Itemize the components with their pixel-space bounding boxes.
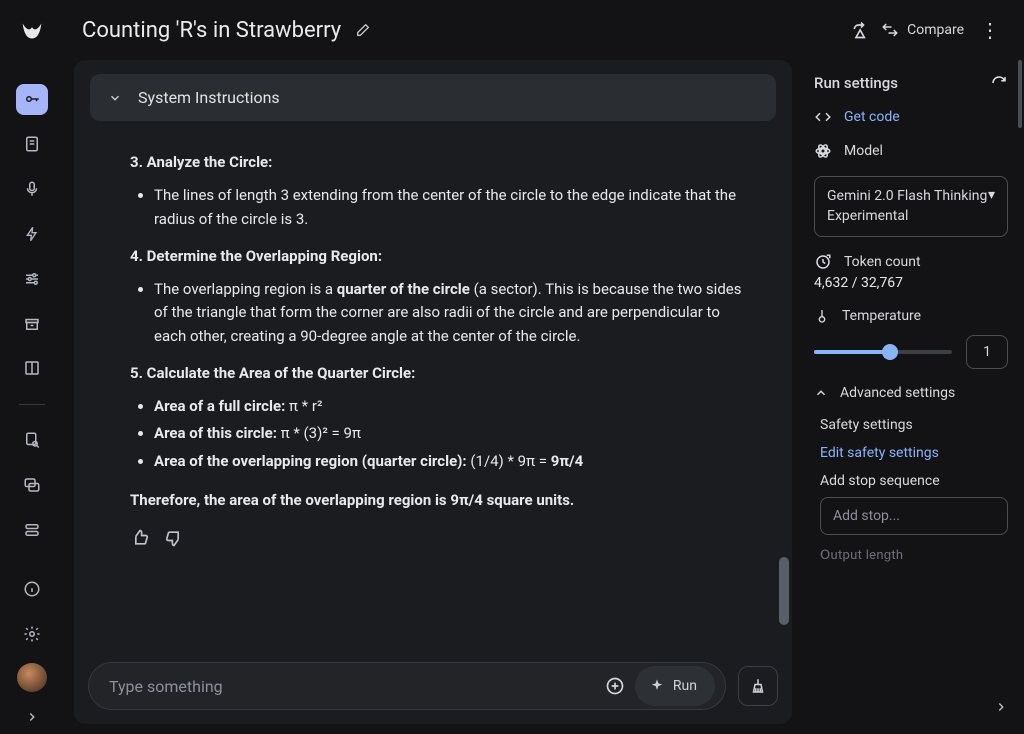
run-settings-title: Run settings: [814, 74, 898, 92]
advanced-settings-label: Advanced settings: [840, 385, 955, 401]
compare-label: Compare: [907, 22, 964, 38]
sidebar-stack-icon[interactable]: [16, 515, 48, 546]
settings-scrollbar[interactable]: [1018, 60, 1022, 128]
run-settings-panel: Run settings Get code Model Gemini 2.0 F…: [800, 60, 1024, 734]
temperature-slider[interactable]: [814, 350, 952, 354]
model-select[interactable]: Gemini 2.0 Flash Thinking Experimental ▾: [814, 176, 1008, 237]
model-label-row: Model: [814, 142, 1008, 160]
stop-sequence-input[interactable]: Add stop...: [820, 497, 1008, 535]
model-label: Model: [844, 143, 883, 159]
stop-sequence-label: Add stop sequence: [820, 473, 1008, 489]
chat-scroll-area[interactable]: 3. Analyze the Circle: The lines of leng…: [74, 127, 792, 654]
sidebar-bolt-icon[interactable]: [16, 219, 48, 250]
sidebar-book-icon[interactable]: [16, 353, 48, 384]
system-instructions-label: System Instructions: [138, 88, 280, 107]
dropdown-caret-icon: ▾: [988, 187, 995, 226]
model-name: Gemini 2.0 Flash Thinking Experimental: [827, 187, 988, 226]
sidebar-searchdoc-icon[interactable]: [16, 425, 48, 456]
sidebar-info-icon[interactable]: [16, 573, 48, 604]
token-label: Token count: [844, 254, 921, 270]
page-title: Counting 'R's in Strawberry: [82, 18, 341, 43]
token-value: 4,632 / 32,767: [814, 275, 1008, 291]
top-bar: Counting 'R's in Strawberry Compare ⋮: [64, 0, 1024, 60]
thumbs-down-icon[interactable]: [164, 528, 184, 548]
sidebar-divider: [19, 404, 45, 405]
clear-button[interactable]: [738, 666, 778, 706]
get-code-link[interactable]: Get code: [844, 109, 900, 125]
content-row: System Instructions 3. Analyze the Circl…: [64, 60, 1024, 734]
heading-3: 3. Analyze the Circle:: [130, 151, 752, 174]
sidebar-sliders-icon[interactable]: [16, 263, 48, 294]
bullet-5b: Area of this circle: π * (3)² = 9π: [154, 422, 752, 445]
settings-collapse-chevron[interactable]: [994, 700, 1008, 714]
chevron-up-icon: [814, 386, 828, 400]
model-icon: [814, 142, 832, 160]
sidebar-doc-icon[interactable]: [16, 129, 48, 160]
token-icon: [814, 253, 832, 271]
sidebar-expand-chevron[interactable]: [25, 710, 39, 724]
main-column: Counting 'R's in Strawberry Compare ⋮ Sy…: [64, 0, 1024, 734]
reset-icon[interactable]: [851, 20, 871, 40]
bullet-5c: Area of the overlapping region (quarter …: [154, 450, 752, 473]
heading-5: 5. Calculate the Area of the Quarter Cir…: [130, 362, 752, 385]
sidebar-mic-icon[interactable]: [16, 174, 48, 205]
code-icon: [814, 108, 832, 126]
input-bar: Type something Run: [88, 662, 778, 710]
add-attachment-icon[interactable]: [605, 676, 625, 696]
assistant-message: 3. Analyze the Circle: The lines of leng…: [130, 151, 752, 548]
thumbs-up-icon[interactable]: [130, 528, 150, 548]
bullet-4: The overlapping region is a quarter of t…: [154, 278, 752, 348]
compare-button[interactable]: Compare: [871, 15, 974, 45]
temperature-label: Temperature: [842, 308, 921, 324]
temperature-value-box[interactable]: 1: [966, 335, 1008, 369]
sidebar-chat-icon[interactable]: [16, 470, 48, 501]
output-length-label: Օutput lenɡth: [820, 547, 1008, 563]
chevron-down-icon: [108, 91, 122, 105]
heading-4: 4. Determine the Overlapping Region:: [130, 245, 752, 268]
reset-settings-icon[interactable]: [990, 74, 1008, 92]
prompt-input[interactable]: Type something Run: [88, 662, 726, 710]
conclusion: Therefore, the area of the overlapping r…: [130, 491, 574, 509]
bullet-5a: Area of a full circle: π * r²: [154, 395, 752, 418]
edit-safety-link[interactable]: Edit safety settings: [820, 445, 1008, 461]
chat-panel: System Instructions 3. Analyze the Circl…: [74, 60, 792, 724]
prompt-placeholder: Type something: [109, 677, 223, 696]
app-logo: [17, 16, 47, 46]
left-sidebar: [0, 0, 64, 734]
advanced-settings-toggle[interactable]: Advanced settings: [814, 385, 1008, 401]
thermometer-icon: [814, 307, 830, 325]
user-avatar[interactable]: [17, 663, 47, 692]
run-label: Run: [673, 678, 697, 694]
bullet-3: The lines of length 3 extending from the…: [154, 184, 752, 231]
get-code-row[interactable]: Get code: [814, 108, 1008, 126]
run-button[interactable]: Run: [635, 666, 715, 706]
edit-title-icon[interactable]: [355, 22, 371, 38]
chat-scrollbar[interactable]: [779, 557, 789, 625]
safety-settings-label: Safety settings: [820, 417, 1008, 433]
token-label-row: Token count: [814, 253, 1008, 271]
system-instructions-toggle[interactable]: System Instructions: [90, 74, 776, 121]
temperature-label-row: Temperature: [814, 307, 1008, 325]
more-menu-icon[interactable]: ⋮: [974, 18, 1006, 42]
sidebar-archive-icon[interactable]: [16, 308, 48, 339]
sidebar-key-icon[interactable]: [16, 84, 48, 115]
sidebar-gear-icon[interactable]: [16, 618, 48, 649]
